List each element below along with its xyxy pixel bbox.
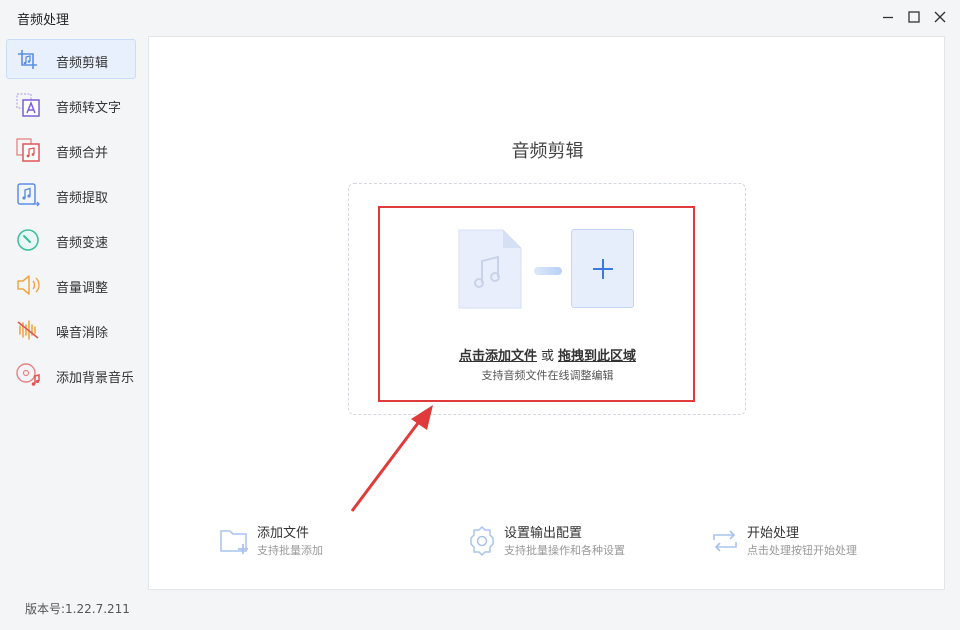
add-file-button[interactable]: 添加文件 支持批量添加 — [219, 522, 349, 562]
sidebar-item-label: 音频变速 — [56, 236, 109, 251]
sidebar-item-background-music[interactable]: 添加背景音乐 — [6, 354, 136, 394]
app-window: 音频处理 音频剪辑 音频转文字 音频合并 音频提取 音频变速 音量调整 噪音消除… — [0, 0, 960, 630]
add-folder-icon — [219, 525, 251, 557]
sidebar-item-label: 音量调整 — [56, 281, 109, 296]
gear-icon — [466, 525, 498, 557]
drag-here-link[interactable]: 拖拽到此区域 — [558, 349, 636, 364]
sidebar-item-audio-to-text[interactable]: 音频转文字 — [6, 84, 136, 124]
connector-dash — [534, 267, 562, 275]
sidebar-item-audio-cut[interactable]: 音频剪辑 — [6, 39, 136, 79]
audio-to-text-icon — [15, 92, 41, 118]
add-file-box[interactable] — [571, 229, 634, 308]
audio-extract-icon — [15, 182, 41, 208]
close-icon[interactable] — [930, 7, 950, 27]
action-title: 设置输出配置 — [504, 526, 583, 541]
volume-icon — [15, 272, 41, 298]
background-music-icon — [15, 362, 41, 388]
sidebar-item-label: 音频剪辑 — [56, 56, 109, 71]
speed-icon — [15, 227, 41, 253]
music-file-icon — [458, 229, 522, 309]
main-panel: 音频剪辑 点击添加文件或拖拽到此区域 支持音频文件在线调整编辑 添加文件 支持批… — [148, 36, 945, 590]
drop-instructions: 点击添加文件或拖拽到此区域 — [149, 345, 946, 364]
sidebar-item-label: 噪音消除 — [56, 326, 109, 341]
sidebar-item-volume[interactable]: 音量调整 — [6, 264, 136, 304]
action-title: 添加文件 — [257, 526, 310, 541]
pointer-arrow — [350, 405, 433, 512]
output-settings-button[interactable]: 设置输出配置 支持批量操作和各种设置 — [466, 522, 656, 562]
app-title: 音频处理 — [17, 13, 70, 28]
sidebar-item-label: 添加背景音乐 — [56, 371, 135, 386]
repeat-icon — [709, 525, 741, 557]
sidebar-item-audio-merge[interactable]: 音频合并 — [6, 129, 136, 169]
action-subtitle: 支持批量添加 — [257, 544, 323, 557]
sidebar-item-label: 音频转文字 — [56, 101, 122, 116]
title-bar: 音频处理 — [0, 0, 960, 34]
plus-icon — [593, 259, 613, 279]
start-processing-button[interactable]: 开始处理 点击处理按钮开始处理 — [709, 522, 879, 562]
maximize-icon[interactable] — [904, 7, 924, 27]
minimize-icon[interactable] — [878, 7, 898, 27]
audio-cut-icon — [15, 47, 41, 73]
or-label: 或 — [540, 349, 554, 364]
audio-merge-icon — [15, 137, 41, 163]
sidebar-item-noise-reduction[interactable]: 噪音消除 — [6, 309, 136, 349]
version-label: 版本号:1.22.7.211 — [25, 602, 130, 616]
action-title: 开始处理 — [747, 526, 800, 541]
action-subtitle: 点击处理按钮开始处理 — [747, 544, 857, 557]
action-subtitle: 支持批量操作和各种设置 — [504, 544, 625, 557]
page-title: 音频剪辑 — [511, 141, 584, 162]
sidebar-item-audio-extract[interactable]: 音频提取 — [6, 174, 136, 214]
sidebar-item-audio-speed[interactable]: 音频变速 — [6, 219, 136, 259]
sidebar-item-label: 音频合并 — [56, 146, 109, 161]
sidebar-item-label: 音频提取 — [56, 191, 109, 206]
drop-subtext: 支持音频文件在线调整编辑 — [481, 369, 614, 382]
click-add-file-link[interactable]: 点击添加文件 — [459, 349, 537, 364]
noise-reduction-icon — [15, 317, 41, 343]
